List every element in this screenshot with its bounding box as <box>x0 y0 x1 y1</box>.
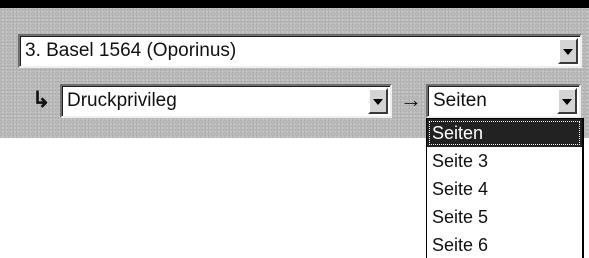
chevron-down-icon <box>563 49 573 55</box>
return-arrow-icon: ↳ <box>32 87 51 112</box>
right-arrow-icon: → <box>400 87 422 112</box>
edition-select[interactable]: 3. Basel 1564 (Oporinus) <box>18 34 582 68</box>
chevron-down-icon <box>562 99 572 105</box>
list-item[interactable]: Seite 3 <box>427 147 582 175</box>
page-select[interactable]: Seiten <box>426 84 581 118</box>
list-item[interactable]: Seite 4 <box>427 175 582 203</box>
list-item[interactable]: Seiten <box>427 119 582 147</box>
edition-dropdown-button[interactable] <box>558 38 578 64</box>
edition-select-value: 3. Basel 1564 (Oporinus) <box>25 40 237 61</box>
section-dropdown-button[interactable] <box>368 88 388 114</box>
list-item[interactable]: Seite 6 <box>427 231 582 258</box>
chevron-down-icon <box>373 99 383 105</box>
page-select-value: Seiten <box>433 90 487 111</box>
top-border <box>0 0 589 8</box>
section-select[interactable]: Druckprivileg <box>60 84 392 118</box>
page-dropdown-list[interactable]: Seiten Seite 3 Seite 4 Seite 5 Seite 6 <box>426 118 584 258</box>
page-dropdown-button[interactable] <box>557 88 577 114</box>
section-select-value: Druckprivileg <box>67 90 177 111</box>
list-item[interactable]: Seite 5 <box>427 203 582 231</box>
